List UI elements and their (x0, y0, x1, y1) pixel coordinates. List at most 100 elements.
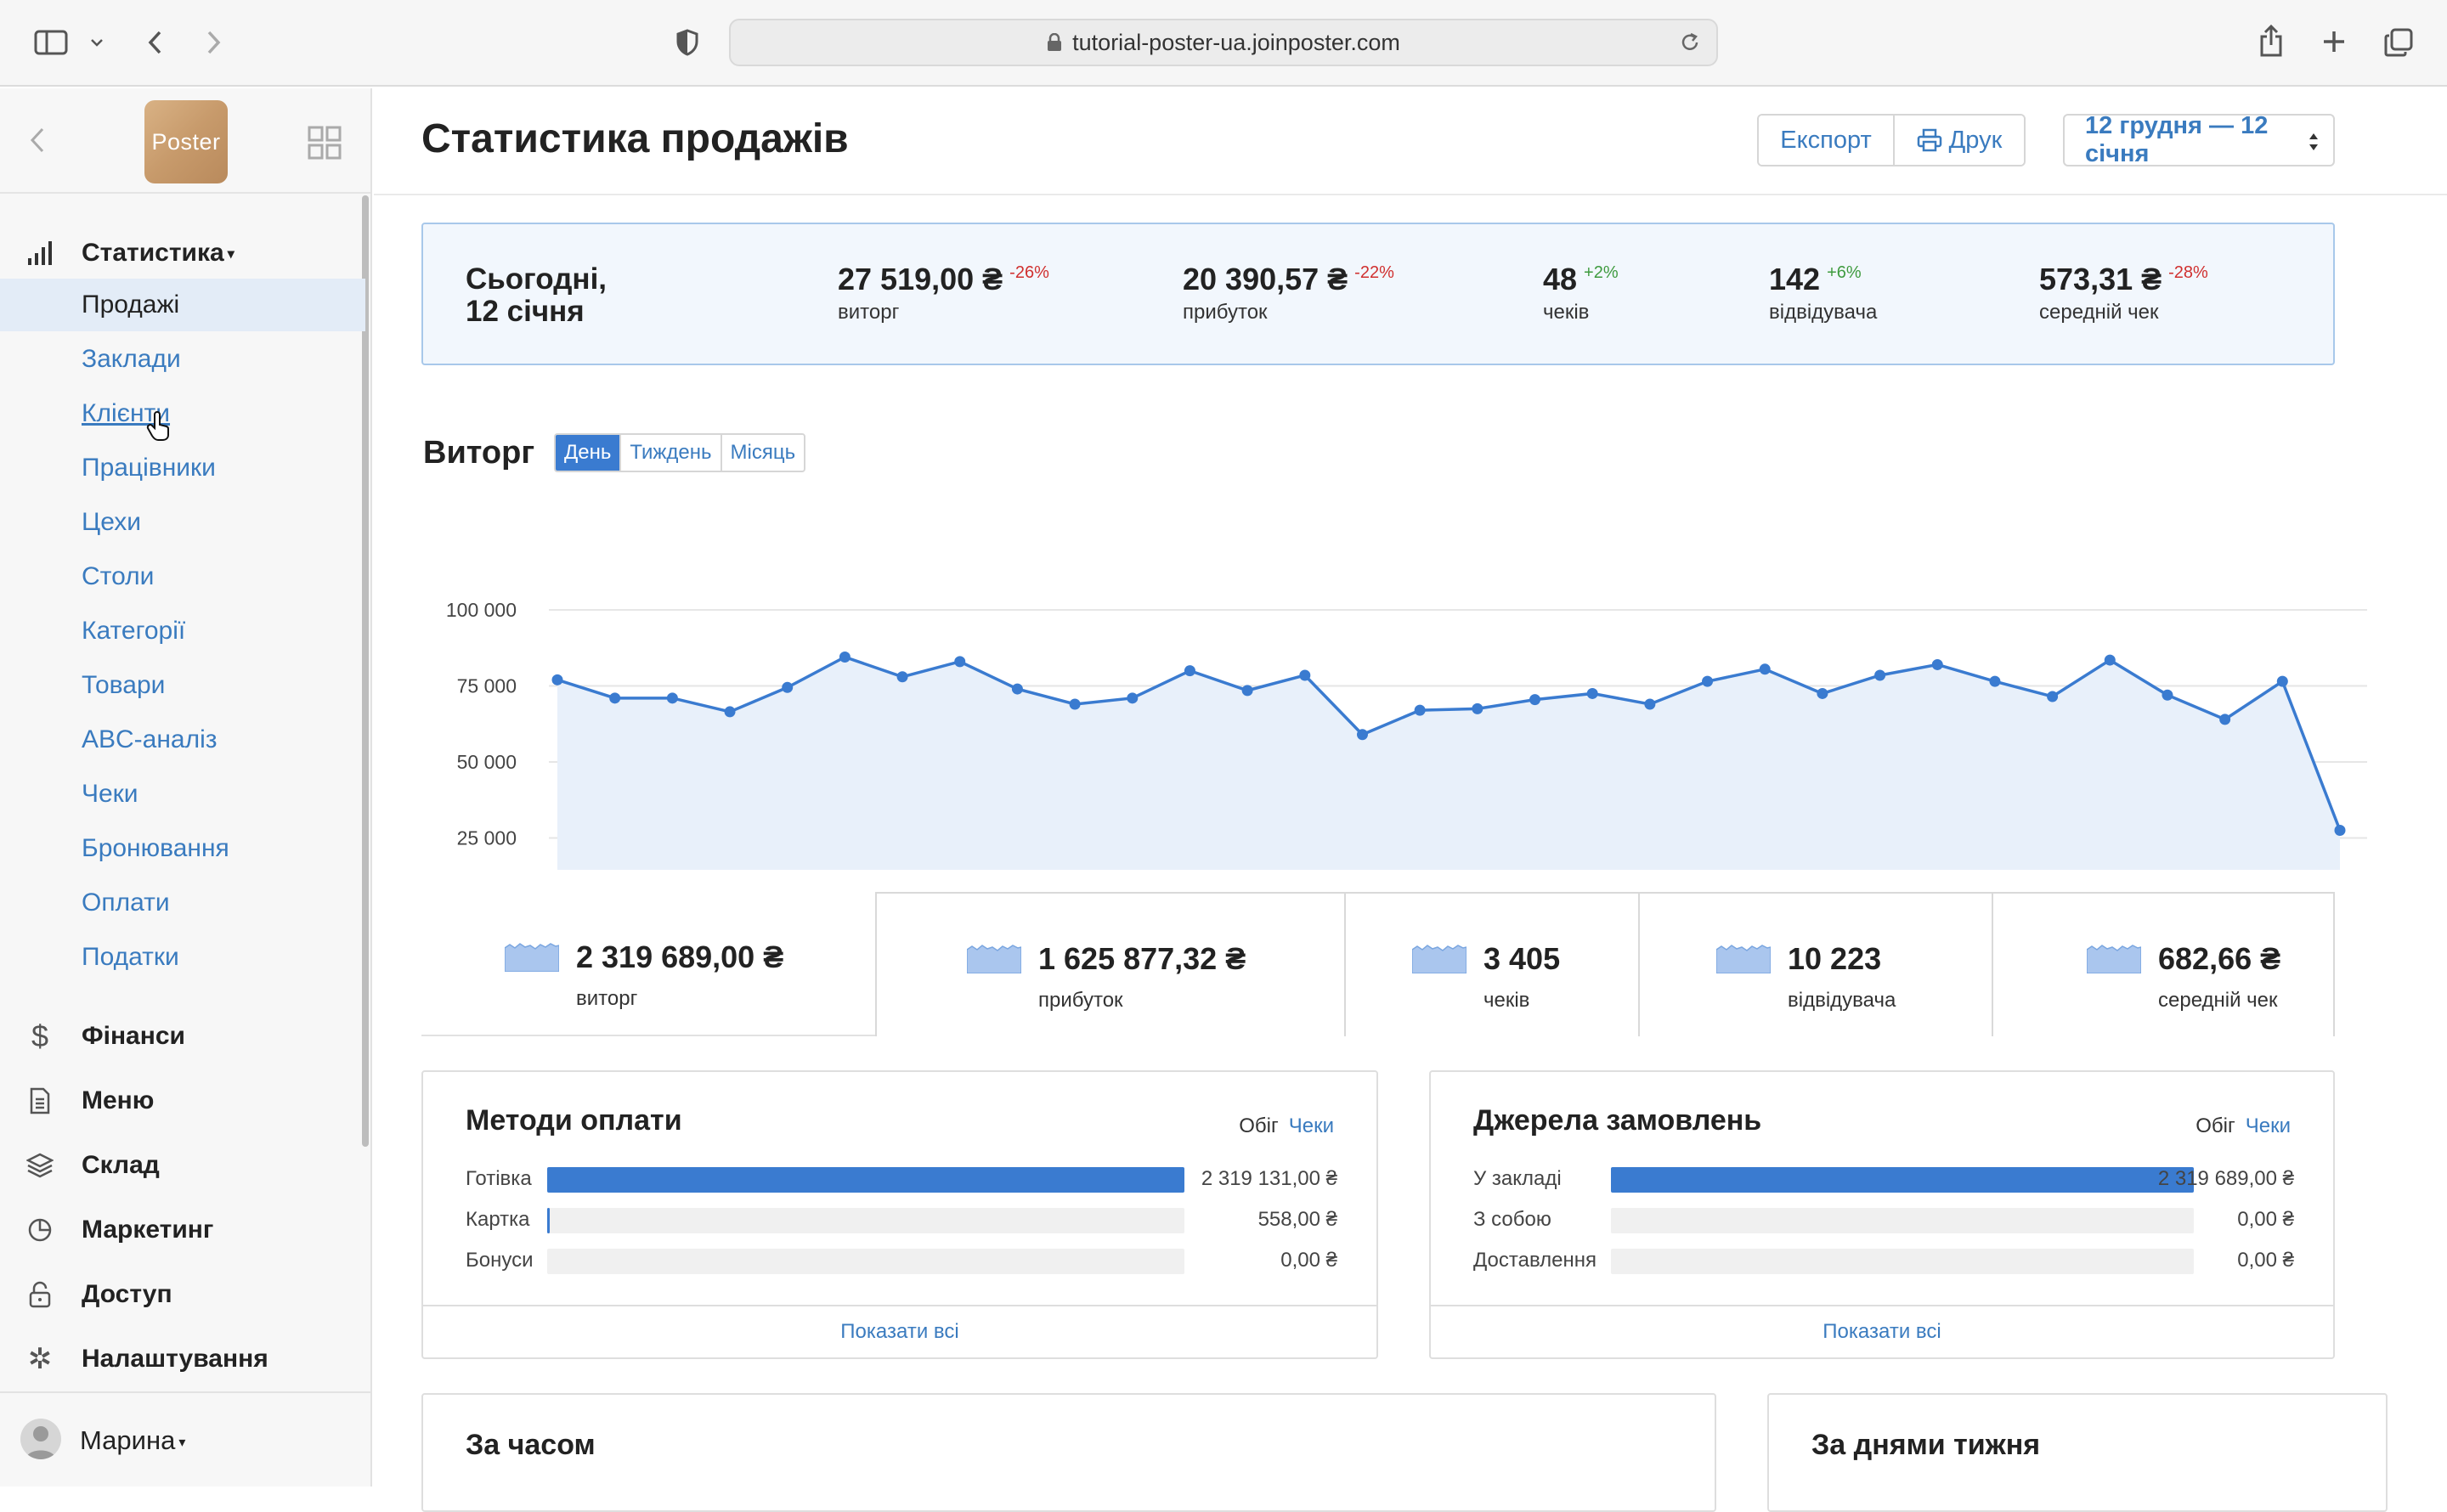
new-tab-icon[interactable] (2320, 27, 2348, 56)
data-point[interactable] (954, 656, 966, 668)
sidebar-item-sales[interactable]: Продажі (0, 279, 365, 331)
sidebar-item-receipts[interactable]: Чеки (0, 768, 365, 821)
total-visitors[interactable]: 10 223 відвідувача (1638, 892, 1993, 1036)
total-avg-check[interactable]: 682,66 ₴ середній чек (1992, 892, 2335, 1036)
data-point[interactable] (1874, 669, 1886, 681)
data-point[interactable] (551, 674, 563, 685)
switch-receipts[interactable]: Чеки (1289, 1114, 1334, 1137)
total-profit[interactable]: 1 625 877,32 ₴ прибуток (875, 892, 1346, 1036)
kpi-label: відвідувача (1769, 301, 1878, 324)
row-bar-fill (1611, 1167, 2194, 1193)
data-point[interactable] (1472, 702, 1483, 714)
row-value: 0,00 ₴ (1280, 1249, 1337, 1272)
show-all-payments-link[interactable]: Показати всі (423, 1305, 1376, 1357)
data-point[interactable] (782, 681, 794, 693)
sidebar-item-products[interactable]: Товари (0, 659, 365, 712)
sidebar-item-abc-analysis[interactable]: ABC-аналіз (0, 714, 365, 766)
data-point[interactable] (1184, 665, 1195, 677)
document-icon (25, 1086, 54, 1115)
caret-down-icon: ▾ (178, 1435, 186, 1450)
sidebar-item-label: Столи (82, 562, 155, 590)
data-point[interactable] (1989, 675, 2001, 687)
caret-down-icon: ▾ (227, 247, 235, 262)
collapse-sidebar-icon[interactable] (29, 126, 46, 159)
sidebar-item-employees[interactable]: Працівники (0, 442, 365, 494)
tabs-overview-icon[interactable] (2382, 27, 2415, 58)
forward-arrow-icon[interactable] (202, 27, 226, 58)
data-point[interactable] (2334, 824, 2346, 836)
nav-section-finance[interactable]: $ Фінанси (0, 1011, 365, 1062)
sidebar-item-taxes[interactable]: Податки (0, 931, 365, 984)
sidebar-toggle-icon[interactable] (34, 29, 68, 56)
switch-receipts[interactable]: Чеки (2246, 1114, 2291, 1137)
data-point[interactable] (1529, 694, 1541, 706)
card-title: За днями тижня (1811, 1429, 2041, 1461)
tab-month[interactable]: Місяць (720, 435, 805, 471)
nav-section-menu-label: Меню (82, 1086, 155, 1114)
data-point[interactable] (1011, 683, 1023, 695)
nav-section-settings[interactable]: ✲ Налаштування (0, 1334, 365, 1385)
data-point[interactable] (609, 692, 621, 704)
apps-grid-icon[interactable] (308, 126, 342, 164)
switch-turnover[interactable]: Обіг (2196, 1114, 2235, 1137)
data-point[interactable] (724, 706, 736, 718)
data-point[interactable] (896, 671, 908, 683)
user-menu[interactable]: Марина ▾ (0, 1391, 370, 1487)
data-point[interactable] (1644, 698, 1656, 710)
switch-turnover[interactable]: Обіг (1239, 1114, 1279, 1137)
sidebar-item-payments[interactable]: Оплати (0, 877, 365, 929)
data-point[interactable] (1241, 685, 1253, 697)
print-button[interactable]: Друк (1893, 116, 2024, 165)
data-point[interactable] (2104, 654, 2116, 666)
user-name: Марина (80, 1425, 176, 1455)
chevron-down-icon[interactable] (88, 34, 105, 51)
address-bar[interactable]: tutorial-poster-ua.joinposter.com (729, 19, 1718, 66)
tab-week[interactable]: Тиждень (619, 435, 721, 471)
data-point[interactable] (2162, 689, 2173, 701)
data-point[interactable] (1127, 692, 1139, 704)
data-point[interactable] (1931, 658, 1943, 670)
show-all-sources-link[interactable]: Показати всі (1431, 1305, 2333, 1357)
sidebar-item-categories[interactable]: Категорії (0, 605, 365, 657)
row-label: Доставлення (1473, 1249, 1596, 1272)
poster-logo[interactable]: Poster (144, 100, 228, 183)
export-button[interactable]: Експорт (1759, 116, 1893, 165)
sidebar-item-label: Цехи (82, 508, 141, 536)
data-point[interactable] (1356, 729, 1368, 741)
nav-section-access[interactable]: Доступ (0, 1269, 365, 1320)
data-point[interactable] (1586, 687, 1598, 699)
kpi-label: середній чек (2039, 301, 2159, 324)
data-point[interactable] (666, 692, 678, 704)
data-point[interactable] (1759, 663, 1771, 675)
reload-icon[interactable] (1679, 31, 1701, 54)
back-arrow-icon[interactable] (143, 27, 167, 58)
row-bar-track (547, 1167, 1184, 1193)
tab-day[interactable]: День (556, 435, 620, 471)
data-point[interactable] (2276, 675, 2288, 687)
total-revenue[interactable]: 2 319 689,00 ₴ виторг (421, 892, 884, 1036)
shield-icon[interactable] (675, 27, 700, 58)
sidebar-item-workshops[interactable]: Цехи (0, 496, 365, 549)
logo-text: Poster (151, 128, 221, 155)
kpi-value: 27 519,00 ₴ (838, 262, 1003, 296)
sidebar-item-clients[interactable]: Клієнти (0, 387, 365, 440)
data-point[interactable] (1702, 675, 1714, 687)
data-point[interactable] (839, 651, 851, 663)
nav-section-statistics[interactable]: Статистика ▾ (0, 228, 365, 279)
data-point[interactable] (1069, 698, 1081, 710)
nav-section-menu[interactable]: Меню (0, 1075, 365, 1126)
data-point[interactable] (1817, 687, 1828, 699)
nav-section-warehouse[interactable]: Склад (0, 1140, 365, 1191)
total-receipts[interactable]: 3 405 чеків (1344, 892, 1640, 1036)
nav-section-marketing[interactable]: Маркетинг (0, 1205, 365, 1255)
data-point[interactable] (2219, 714, 2231, 725)
share-icon[interactable] (2257, 24, 2286, 58)
data-point[interactable] (1414, 704, 1426, 716)
data-point[interactable] (2047, 691, 2059, 702)
sidebar-item-tables[interactable]: Столи (0, 550, 365, 603)
sidebar-item-bookings[interactable]: Бронювання (0, 822, 365, 875)
date-range-picker[interactable]: 12 грудня — 12 січня (2063, 112, 2335, 167)
data-point[interactable] (1299, 669, 1311, 681)
card-title: Методи оплати (466, 1104, 682, 1137)
sidebar-item-venues[interactable]: Заклади (0, 333, 365, 386)
